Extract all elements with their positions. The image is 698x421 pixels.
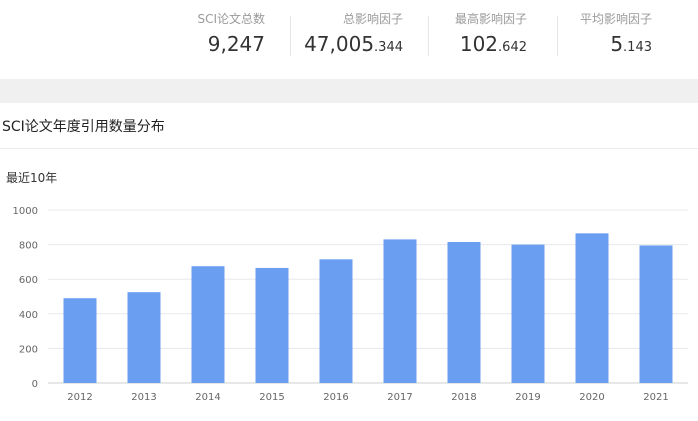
stat-total-papers: SCI论文总数 9,247: [150, 0, 265, 70]
y-tick-label: 400: [19, 310, 38, 321]
stat-value: 9,247: [207, 32, 265, 56]
x-tick-label: 2014: [195, 392, 220, 403]
bar: [319, 259, 353, 383]
stat-label: 总影响因子: [342, 12, 403, 26]
bar: [639, 245, 673, 383]
stat-value: 5.143: [610, 32, 652, 56]
stat-label: SCI论文总数: [197, 12, 265, 26]
stat-total-impact-factor: 总影响因子 47,005.344: [300, 0, 403, 70]
section-separator: [0, 79, 698, 103]
stat-value: 102.642: [459, 32, 527, 56]
stats-bar: SCI论文总数 9,247 总影响因子 47,005.344 最高影响因子 10…: [0, 0, 698, 78]
x-tick-label: 2021: [643, 392, 668, 403]
stat-label: 最高影响因子: [454, 12, 527, 26]
y-tick-label: 0: [32, 379, 38, 390]
stat-divider: [557, 16, 558, 56]
bar: [511, 244, 545, 383]
bar: [191, 266, 225, 383]
x-tick-label: 2016: [323, 392, 348, 403]
y-tick-label: 200: [19, 344, 38, 355]
bar: [255, 267, 289, 383]
y-tick-label: 800: [19, 241, 38, 252]
x-tick-label: 2013: [131, 392, 156, 403]
stat-max-impact-factor: 最高影响因子 102.642: [440, 0, 527, 70]
y-tick-label: 1000: [13, 206, 38, 217]
x-tick-label: 2017: [387, 392, 412, 403]
bar: [63, 298, 97, 383]
bar: [447, 242, 481, 383]
citation-bar-chart: 0 200 400 600 800 1000 2012 2013 2014 2015 2016 201…: [13, 206, 688, 403]
citation-panel: SCI论文年度引用数量分布 最近10年 0 200 400 600 800 1000 201…: [0, 103, 698, 421]
x-tick-label: 2012: [67, 392, 92, 403]
stat-divider: [290, 16, 291, 56]
stat-avg-impact-factor: 平均影响因子 5.143: [570, 0, 652, 70]
bar: [383, 239, 417, 383]
stat-divider: [428, 16, 429, 56]
x-tick-label: 2015: [259, 392, 284, 403]
bar: [575, 233, 609, 383]
bar: [127, 292, 161, 383]
y-tick-label: 600: [19, 275, 38, 286]
x-tick-label: 2019: [515, 392, 540, 403]
stat-label: 平均影响因子: [579, 12, 652, 26]
stat-value: 47,005.344: [304, 32, 403, 56]
x-tick-label: 2018: [451, 392, 476, 403]
x-tick-label: 2020: [579, 392, 604, 403]
